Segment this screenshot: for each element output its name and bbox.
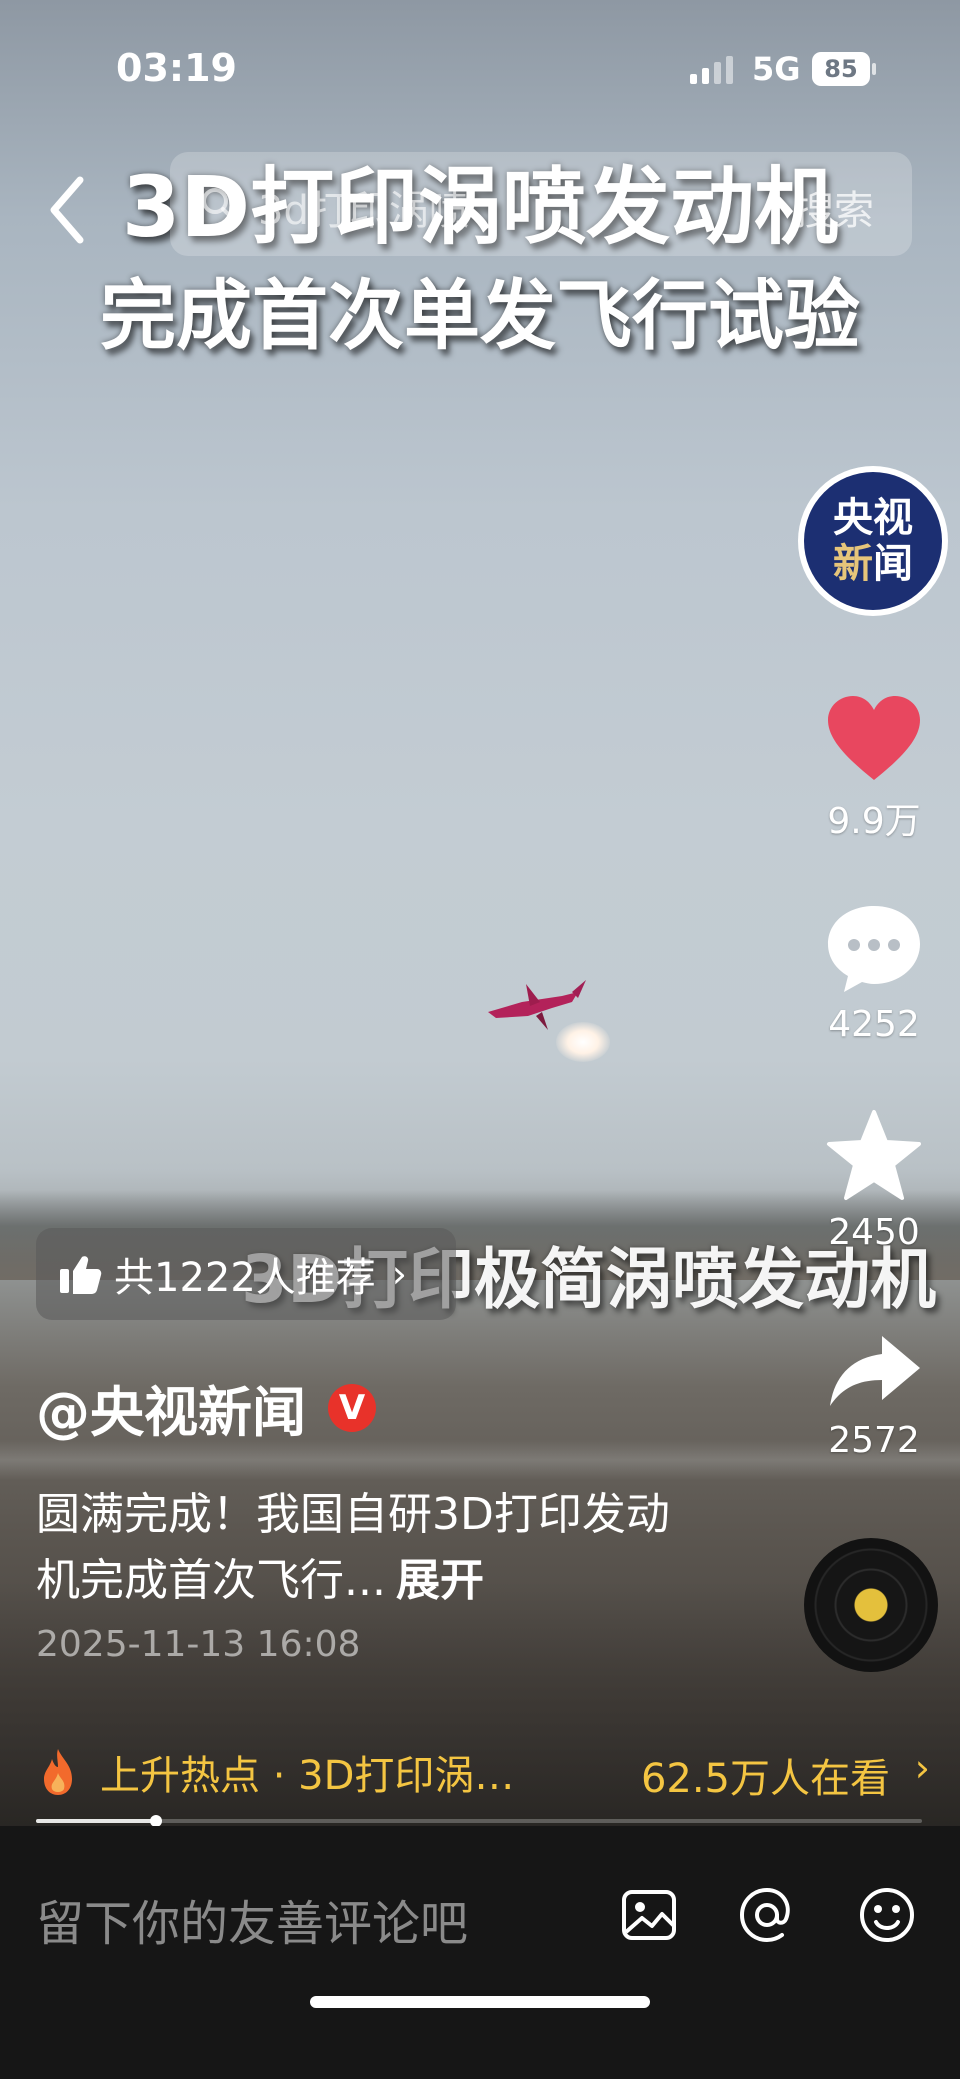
status-time: 03:19 (116, 46, 237, 90)
hot-topic-text: 上升热点 · 3D打印涡… (100, 1753, 515, 1799)
recommend-pill[interactable]: 共1222人推荐 › (36, 1228, 456, 1320)
battery-level: 85 (812, 52, 870, 86)
fire-icon (44, 1749, 72, 1795)
favorite-button[interactable]: 2450 (812, 1108, 936, 1253)
network-type: 5G (752, 50, 801, 88)
chevron-right-icon: › (914, 1746, 930, 1790)
avatar-text-line2a: 新 (833, 541, 873, 587)
comment-bubble-icon (828, 906, 920, 992)
thumbs-up-icon (60, 1256, 102, 1294)
share-count: 2572 (828, 1420, 920, 1461)
comment-input[interactable]: 留下你的友善评论吧 (36, 1884, 468, 1954)
back-button[interactable] (40, 170, 96, 250)
status-bar: 03:19 5G 85 (0, 0, 960, 130)
recommend-text: 共1222人推荐 (114, 1255, 376, 1301)
music-disc-icon[interactable] (804, 1538, 938, 1672)
description-text: 圆满完成！我国自研3D打印发动机完成首次飞行... (36, 1489, 670, 1606)
search-input[interactable]: 3d打印涡喷 (258, 178, 469, 236)
comment-bar: 留下你的友善评论吧 (0, 1826, 960, 2079)
cellular-signal-icon (690, 56, 733, 84)
verified-badge-icon: V (328, 1383, 376, 1432)
author-avatar[interactable]: 央视 新 闻 (798, 466, 948, 616)
star-icon (827, 1110, 921, 1200)
author-row[interactable]: @央视新闻 V (36, 1368, 376, 1447)
favorite-count: 2450 (828, 1212, 920, 1253)
comment-count: 4252 (828, 1004, 920, 1045)
hot-topic-bar[interactable]: 上升热点 · 3D打印涡… 62.5万人在看 › (36, 1742, 930, 1802)
mention-at-icon[interactable] (736, 1884, 798, 1946)
search-bar[interactable]: 3d打印涡喷 搜索 (170, 152, 912, 256)
chevron-right-icon: › (391, 1252, 407, 1296)
post-timestamp: 2025-11-13 16:08 (36, 1624, 361, 1665)
video-description: 圆满完成！我国自研3D打印发动机完成首次飞行... 展开 (36, 1482, 676, 1614)
video-title-line2: 完成首次单发飞行试验 (100, 271, 860, 360)
progress-fill (36, 1819, 156, 1823)
share-button[interactable]: 2572 (812, 1332, 936, 1461)
home-indicator (310, 1996, 650, 2008)
search-button[interactable]: 搜索 (794, 178, 874, 236)
search-icon (202, 188, 235, 221)
hot-viewers-count: 62.5万人在看 (640, 1756, 890, 1802)
like-button[interactable]: 9.9万 (812, 692, 936, 844)
engine-exhaust-flame (556, 1022, 610, 1062)
avatar-text-line1: 央视 (833, 495, 913, 541)
emoji-icon[interactable] (856, 1884, 918, 1946)
image-icon[interactable] (618, 1884, 680, 1946)
expand-button[interactable]: 展开 (396, 1555, 484, 1606)
battery-icon: 85 (812, 52, 876, 86)
share-arrow-icon (830, 1336, 920, 1406)
comment-button[interactable]: 4252 (812, 900, 936, 1045)
like-count: 9.9万 (827, 801, 921, 842)
avatar-text-line2b: 闻 (873, 541, 913, 587)
heart-icon (828, 696, 920, 780)
progress-track[interactable] (36, 1819, 922, 1823)
author-name[interactable]: @央视新闻 (36, 1368, 306, 1447)
